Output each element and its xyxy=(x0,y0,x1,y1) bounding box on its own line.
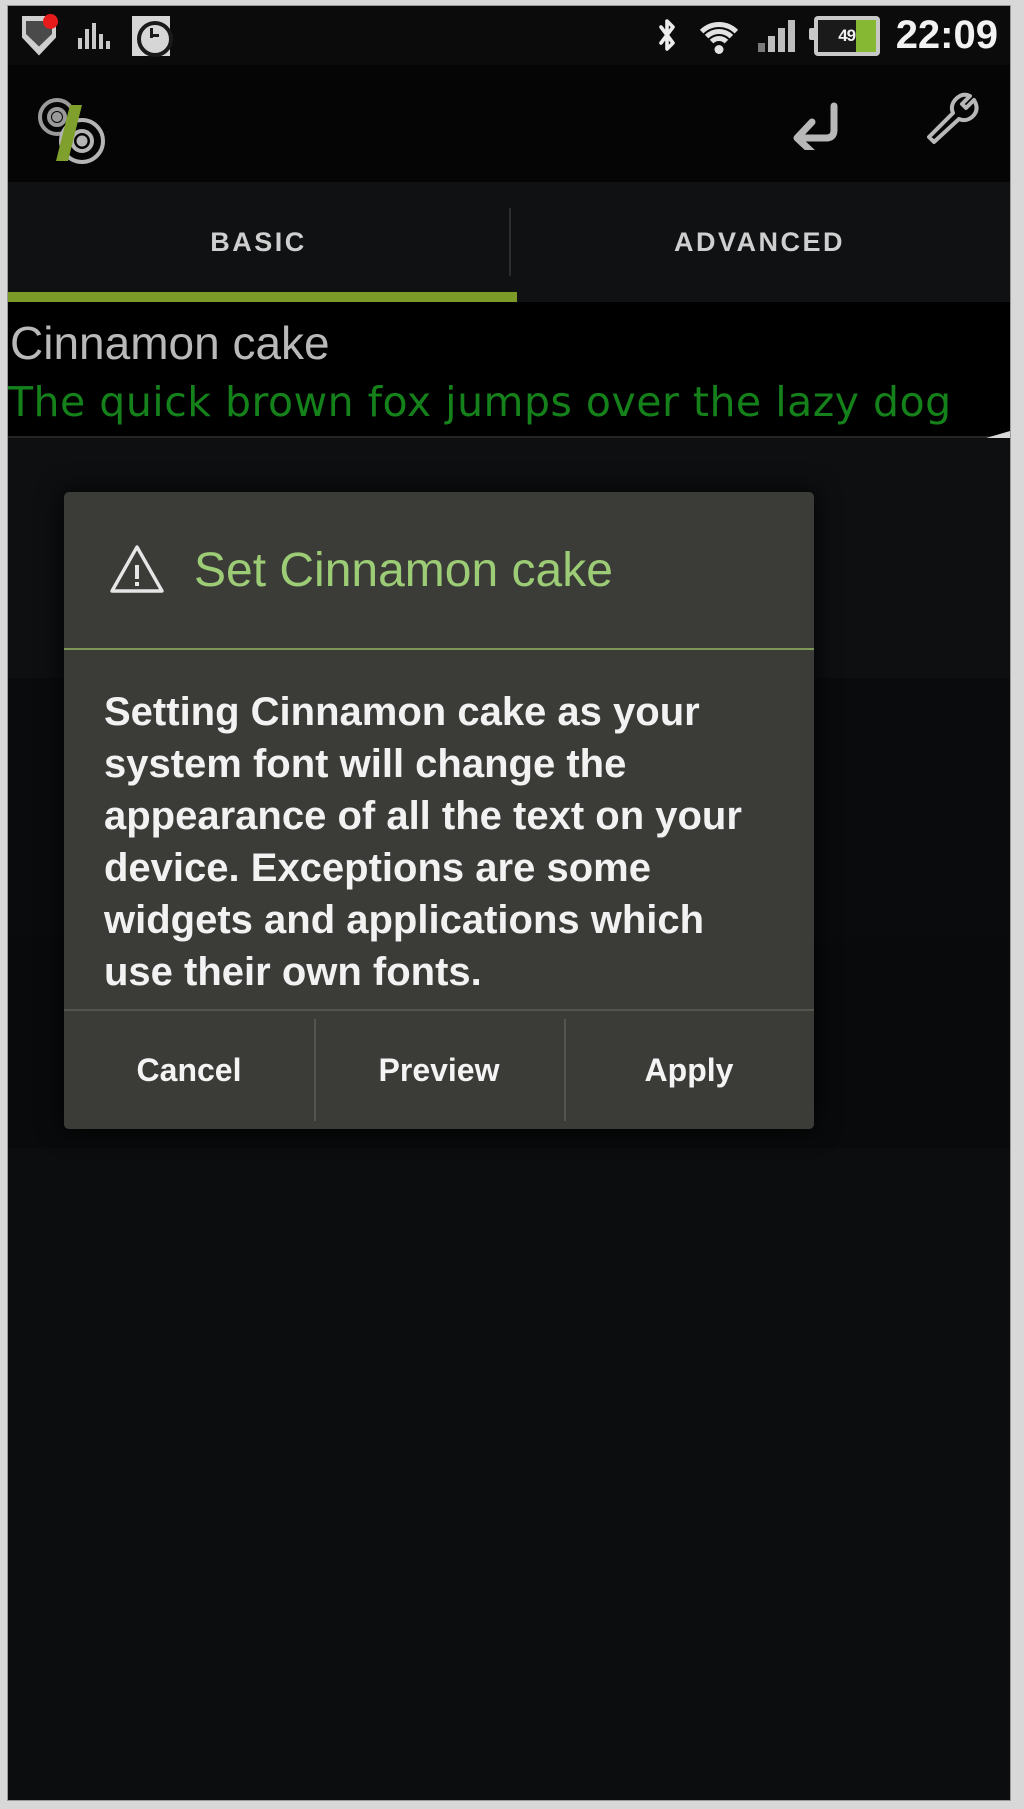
notification-dot xyxy=(43,13,58,29)
tab-bar: BASIC ADVANCED xyxy=(8,182,1010,302)
set-font-dialog: Set Cinnamon cake Setting Cinnamon cake … xyxy=(64,492,814,1129)
phone-screen: 49 22:09 BASIC ADVANCED Cinnamon cake Th… xyxy=(8,6,1010,1800)
dialog-button-bar: Cancel Preview Apply xyxy=(64,1009,814,1129)
cancel-button[interactable]: Cancel xyxy=(64,1011,314,1129)
status-bar: 49 22:09 xyxy=(8,6,1010,67)
status-bar-left-icons xyxy=(22,6,173,65)
dialog-title: Set Cinnamon cake xyxy=(194,543,613,597)
cellular-signal-icon xyxy=(757,19,798,52)
preview-button[interactable]: Preview xyxy=(314,1011,564,1129)
wrench-icon[interactable] xyxy=(920,90,982,157)
battery-icon: 49 xyxy=(808,15,880,56)
tab-advanced[interactable]: ADVANCED xyxy=(509,182,1010,302)
font-name-label: Cinnamon cake xyxy=(10,317,330,369)
font-sample-text: The quick brown fox jumps over the lazy … xyxy=(8,378,952,426)
dialog-header: Set Cinnamon cake xyxy=(64,492,814,650)
alarm-clock-icon xyxy=(132,15,173,57)
gears-app-logo[interactable] xyxy=(30,91,116,169)
apply-button[interactable]: Apply xyxy=(564,1011,814,1129)
bar-chart-icon xyxy=(78,22,110,49)
tab-active-indicator xyxy=(8,292,517,302)
warning-triangle-icon xyxy=(108,541,166,599)
wifi-icon xyxy=(691,18,746,54)
action-bar-buttons xyxy=(784,65,982,182)
status-bar-clock: 22:09 xyxy=(895,13,998,57)
tab-basic[interactable]: BASIC xyxy=(8,182,509,302)
battery-level-label: 49 xyxy=(838,25,856,45)
shield-notification-icon xyxy=(22,13,58,56)
status-bar-right-icons: 49 22:09 xyxy=(654,6,998,65)
app-action-bar xyxy=(8,65,1010,184)
undo-icon[interactable] xyxy=(784,92,846,156)
bluetooth-icon xyxy=(654,17,680,55)
screenshot-frame: 49 22:09 BASIC ADVANCED Cinnamon cake Th… xyxy=(0,0,1024,1809)
font-list-item[interactable]: Cinnamon cake The quick brown fox jumps … xyxy=(8,302,1010,438)
dialog-message: Setting Cinnamon cake as your system fon… xyxy=(104,690,742,994)
